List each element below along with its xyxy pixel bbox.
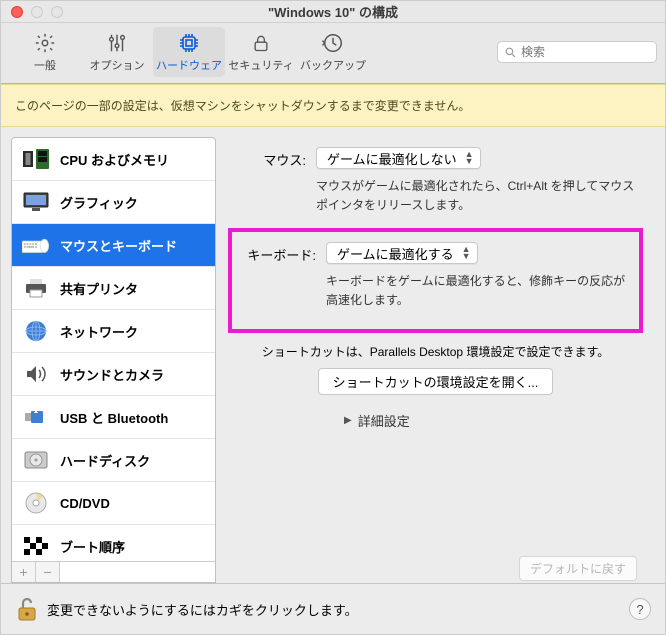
sidebar-item-cpu-memory[interactable]: CPU およびメモリ [12, 138, 215, 181]
printer-icon [22, 277, 50, 299]
tab-general[interactable]: 一般 [9, 27, 81, 77]
tab-hardware[interactable]: ハードウェア [153, 27, 225, 77]
mouse-hint: マウスがゲームに最適化されたら、Ctrl+Alt を押してマウスポインタをリリー… [316, 177, 637, 214]
mouse-select[interactable]: ゲームに最適化しない ▲▼ [316, 147, 481, 169]
disclosure-triangle-icon: ▶ [344, 415, 352, 426]
gear-icon [33, 31, 57, 55]
unlock-icon[interactable] [15, 596, 39, 622]
keyboard-mouse-icon [22, 234, 50, 256]
tab-security[interactable]: セキュリティ [225, 27, 297, 77]
mouse-label: マウス: [234, 147, 306, 169]
restore-defaults-button[interactable]: デフォルトに戻す [519, 556, 637, 581]
disc-icon [22, 492, 50, 514]
keyboard-select-value: ゲームに最適化する [337, 244, 454, 263]
sidebar-item-label: ブート順序 [60, 537, 125, 556]
usb-icon [22, 406, 50, 428]
keyboard-label: キーボード: [244, 242, 316, 264]
sidebar-item-bootorder[interactable]: ブート順序 [12, 525, 215, 561]
keyboard-hint: キーボードをゲームに最適化すると、修飾キーの反応が高速化します。 [326, 272, 627, 309]
backup-icon [321, 31, 345, 55]
sidebar-item-label: CD/DVD [60, 496, 110, 511]
tab-label: オプション [90, 57, 145, 73]
sidebar-item-label: サウンドとカメラ [60, 365, 164, 384]
sidebar-item-label: グラフィック [60, 193, 138, 212]
mouse-select-value: ゲームに最適化しない [327, 149, 457, 168]
toolbar: 一般 オプション ハードウェア セキュリティ バックアップ [1, 23, 665, 84]
harddisk-icon [22, 449, 50, 471]
sidebar-item-printers[interactable]: 共有プリンタ [12, 267, 215, 310]
chevron-updown-icon: ▲▼ [465, 151, 474, 165]
tab-label: バックアップ [300, 57, 366, 73]
checkered-icon [22, 535, 50, 557]
help-button[interactable]: ? [629, 598, 651, 620]
sidebar-item-network[interactable]: ネットワーク [12, 310, 215, 353]
shortcut-text: ショートカットは、Parallels Desktop 環境設定で設定できます。 [234, 343, 637, 360]
sidebar-item-label: 共有プリンタ [60, 279, 138, 298]
speaker-icon [22, 363, 50, 385]
search-icon [504, 46, 517, 59]
content-pane: マウス: ゲームに最適化しない ▲▼ マウスがゲームに最適化されたら、Ctrl+… [216, 137, 655, 583]
tab-label: セキュリティ [228, 57, 293, 73]
window-title: "Windows 10" の構成 [1, 2, 665, 21]
globe-icon [22, 320, 50, 342]
keyboard-highlight: キーボード: ゲームに最適化する ▲▼ キーボードをゲームに最適化すると、修飾キ… [228, 228, 643, 333]
advanced-label: 詳細設定 [358, 411, 410, 430]
search-input[interactable] [521, 45, 666, 59]
sidebar: CPU およびメモリ グラフィック マウスとキーボード 共有プリンタ ネットワー… [11, 137, 216, 583]
lock-icon [249, 31, 273, 55]
sidebar-item-usb-bluetooth[interactable]: USB と Bluetooth [12, 396, 215, 439]
tab-label: 一般 [34, 57, 56, 73]
tab-options[interactable]: オプション [81, 27, 153, 77]
remove-device-button[interactable]: − [36, 562, 60, 582]
sidebar-item-sound-camera[interactable]: サウンドとカメラ [12, 353, 215, 396]
chip-icon [177, 31, 201, 55]
sidebar-item-label: USB と Bluetooth [60, 408, 168, 427]
advanced-toggle[interactable]: ▶ 詳細設定 [344, 411, 637, 430]
open-shortcut-prefs-button[interactable]: ショートカットの環境設定を開く... [318, 368, 554, 395]
sidebar-item-harddisk[interactable]: ハードディスク [12, 439, 215, 482]
keyboard-select[interactable]: ゲームに最適化する ▲▼ [326, 242, 478, 264]
tab-label: ハードウェア [156, 57, 222, 73]
search-field[interactable] [497, 41, 657, 63]
sliders-icon [105, 31, 129, 55]
sidebar-item-label: ハードディスク [60, 451, 150, 470]
monitor-icon [22, 191, 50, 213]
sidebar-item-graphics[interactable]: グラフィック [12, 181, 215, 224]
chevron-updown-icon: ▲▼ [462, 246, 471, 260]
lock-text: 変更できないようにするにはカギをクリックします。 [47, 600, 358, 619]
titlebar: "Windows 10" の構成 [1, 1, 665, 23]
config-window: "Windows 10" の構成 一般 オプション ハードウェア セキュリティ [0, 0, 666, 635]
cpu-icon [22, 148, 50, 170]
tab-backup[interactable]: バックアップ [297, 27, 369, 77]
footer: 変更できないようにするにはカギをクリックします。 ? [1, 583, 665, 634]
warning-banner: このページの一部の設定は、仮想マシンをシャットダウンするまで変更できません。 [1, 84, 665, 127]
add-device-button[interactable]: + [12, 562, 36, 582]
sidebar-item-mouse-keyboard[interactable]: マウスとキーボード [12, 224, 215, 267]
sidebar-item-cddvd[interactable]: CD/DVD [12, 482, 215, 525]
sidebar-item-label: マウスとキーボード [60, 236, 177, 255]
sidebar-item-label: CPU およびメモリ [60, 150, 169, 169]
sidebar-item-label: ネットワーク [60, 322, 138, 341]
